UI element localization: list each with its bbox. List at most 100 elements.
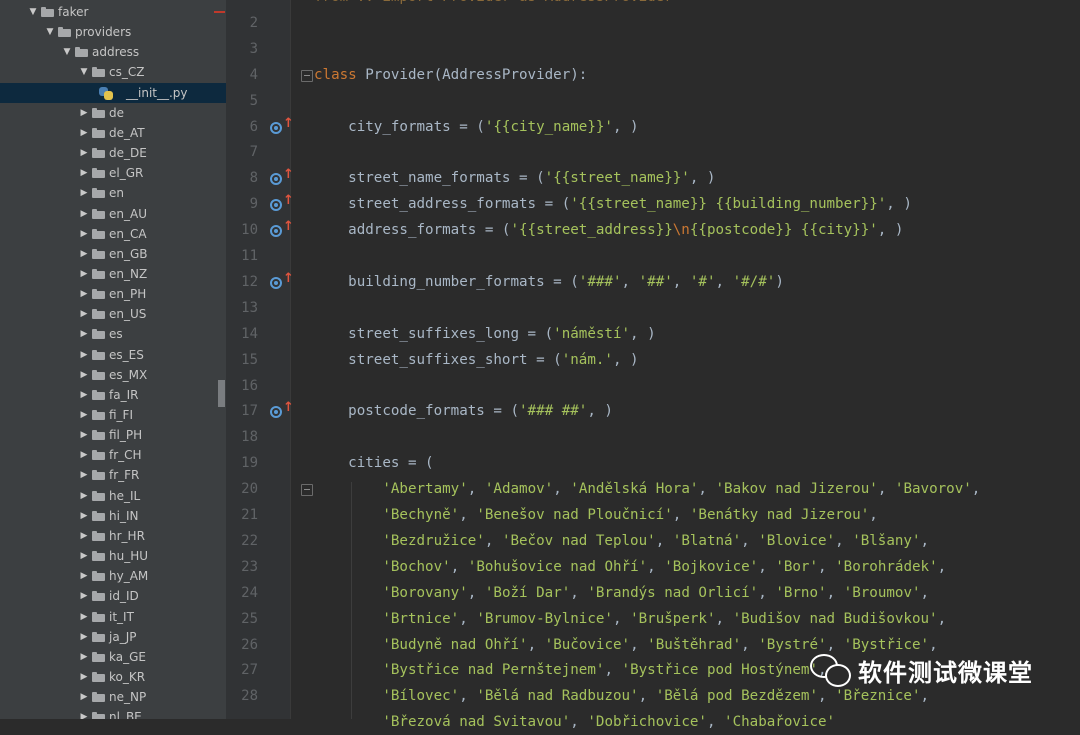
expand-arrow-icon[interactable]: ▶ xyxy=(79,264,89,284)
tree-file-item[interactable]: __init__.py xyxy=(0,82,226,103)
expand-arrow-icon[interactable]: ▶ xyxy=(79,103,89,123)
expand-arrow-icon[interactable]: ▶ xyxy=(79,586,89,606)
code-line[interactable]: 12 ↑ building_number_formats = ('###', '#… xyxy=(226,269,1080,295)
expand-arrow-icon[interactable]: ▶ xyxy=(79,324,89,344)
code-line[interactable]: 3 xyxy=(226,36,1080,62)
code-line[interactable]: 15 street_suffixes_short = ('nám.', ) xyxy=(226,347,1080,373)
code-line[interactable]: 2 xyxy=(226,10,1080,36)
code-line[interactable]: 21 'Bechyně', 'Benešov nad Ploučnicí', '… xyxy=(226,502,1080,528)
expand-arrow-icon[interactable]: ▶ xyxy=(79,506,89,526)
expand-arrow-icon[interactable]: ▶ xyxy=(79,465,89,485)
expand-arrow-icon[interactable]: ▶ xyxy=(79,445,89,465)
override-up-icon[interactable]: ↑ xyxy=(270,194,294,212)
tree-folder-item[interactable]: ▶ hi_IN xyxy=(0,506,226,526)
expand-arrow-icon[interactable]: ▶ xyxy=(79,667,89,687)
tree-folder-item[interactable]: ▼ faker xyxy=(0,2,226,22)
tree-folder-item[interactable]: ▶ en_US xyxy=(0,304,226,324)
expand-arrow-icon[interactable]: ▶ xyxy=(79,204,89,224)
tree-folder-item[interactable]: ▶ fa_IR xyxy=(0,385,226,405)
expand-arrow-icon[interactable]: ▶ xyxy=(79,647,89,667)
code-line[interactable]: 18 xyxy=(226,424,1080,450)
tree-folder-item[interactable]: ▶ en_GB xyxy=(0,244,226,264)
collapse-arrow-icon[interactable]: ▼ xyxy=(28,2,38,22)
expand-arrow-icon[interactable]: ▶ xyxy=(79,143,89,163)
code-line[interactable]: 5 xyxy=(226,88,1080,114)
expand-arrow-icon[interactable]: ▶ xyxy=(79,425,89,445)
code-line[interactable]: 24 'Borovany', 'Boží Dar', 'Brandýs nad … xyxy=(226,580,1080,606)
expand-arrow-icon[interactable]: ▶ xyxy=(79,163,89,183)
expand-arrow-icon[interactable]: ▶ xyxy=(79,123,89,143)
expand-arrow-icon[interactable]: ▶ xyxy=(79,627,89,647)
tree-folder-item[interactable]: ▶ ne_NP xyxy=(0,687,226,707)
code-line[interactable]: from .. import Provider as AddressProvid… xyxy=(226,0,1080,10)
expand-arrow-icon[interactable]: ▶ xyxy=(79,607,89,627)
code-line[interactable]: 19 cities = ( xyxy=(226,450,1080,476)
expand-arrow-icon[interactable]: ▶ xyxy=(79,486,89,506)
code-line[interactable]: 17 ↑ postcode_formats = ('### ##', ) xyxy=(226,398,1080,424)
tree-folder-item[interactable]: ▶ fr_CH xyxy=(0,445,226,465)
tree-folder-item[interactable]: ▶ fil_PH xyxy=(0,425,226,445)
tree-folder-item[interactable]: ▶ el_GR xyxy=(0,163,226,183)
expand-arrow-icon[interactable]: ▶ xyxy=(79,405,89,425)
tree-folder-item[interactable]: ▶ es_ES xyxy=(0,345,226,365)
tree-folder-item[interactable]: ▶ en_PH xyxy=(0,284,226,304)
override-up-icon[interactable]: ↑ xyxy=(270,271,294,289)
tree-folder-item[interactable]: ▶ he_IL xyxy=(0,486,226,506)
code-line[interactable]: 10 ↑ address_formats = ('{{street_address… xyxy=(226,217,1080,243)
tree-folder-item[interactable]: ▶ de_AT xyxy=(0,123,226,143)
expand-arrow-icon[interactable]: ▶ xyxy=(79,304,89,324)
code-line[interactable]: 4 class Provider(AddressProvider): xyxy=(226,62,1080,88)
tree-folder-item[interactable]: ▶ ko_KR xyxy=(0,667,226,687)
sidebar-scrollbar[interactable] xyxy=(218,380,225,407)
expand-arrow-icon[interactable]: ▶ xyxy=(79,707,89,719)
code-line[interactable]: 8 ↑ street_name_formats = ('{{street_name… xyxy=(226,165,1080,191)
tree-folder-item[interactable]: ▶ es_MX xyxy=(0,365,226,385)
collapse-arrow-icon[interactable]: ▼ xyxy=(79,62,89,82)
expand-arrow-icon[interactable]: ▶ xyxy=(79,385,89,405)
fold-icon[interactable] xyxy=(301,69,313,82)
tree-folder-item[interactable]: ▶ ja_JP xyxy=(0,627,226,647)
tree-folder-item[interactable]: ▼ providers xyxy=(0,22,226,42)
code-line[interactable]: 11 xyxy=(226,243,1080,269)
collapse-arrow-icon[interactable]: ▼ xyxy=(62,42,72,62)
tree-folder-item[interactable]: ▶ en_NZ xyxy=(0,264,226,284)
code-line[interactable]: 22 'Bezdružice', 'Bečov nad Teplou', 'Bl… xyxy=(226,528,1080,554)
tree-folder-item[interactable]: ▶ fi_FI xyxy=(0,405,226,425)
code-line[interactable]: 6 ↑ city_formats = ('{{city_name}}', ) xyxy=(226,114,1080,140)
override-up-icon[interactable]: ↑ xyxy=(270,220,294,238)
expand-arrow-icon[interactable]: ▶ xyxy=(79,687,89,707)
tree-folder-item[interactable]: ▶ fr_FR xyxy=(0,465,226,485)
code-line[interactable]: 25 'Brtnice', 'Brumov-Bylnice', 'Brušper… xyxy=(226,606,1080,632)
code-line[interactable]: 7 xyxy=(226,139,1080,165)
tree-folder-item[interactable]: ▶ en_AU xyxy=(0,204,226,224)
code-line[interactable]: 20 'Abertamy', 'Adamov', 'Andělská Hora'… xyxy=(226,476,1080,502)
override-up-icon[interactable]: ↑ xyxy=(270,401,294,419)
code-line[interactable]: 'Březová nad Svitavou', 'Dobřichovice', … xyxy=(226,709,1080,735)
project-tree[interactable]: ▼ faker ▼ providers ▼ address ▼ cs_CZ __init__.p… xyxy=(0,0,226,719)
expand-arrow-icon[interactable]: ▶ xyxy=(79,566,89,586)
override-up-icon[interactable]: ↑ xyxy=(270,168,294,186)
code-line[interactable]: 14 street_suffixes_long = ('náměstí', ) xyxy=(226,321,1080,347)
expand-arrow-icon[interactable]: ▶ xyxy=(79,183,89,203)
tree-folder-item[interactable]: ▶ hy_AM xyxy=(0,566,226,586)
tree-folder-item[interactable]: ▶ de_DE xyxy=(0,143,226,163)
collapse-arrow-icon[interactable]: ▼ xyxy=(45,22,55,42)
tree-folder-item[interactable]: ▶ hu_HU xyxy=(0,546,226,566)
code-line[interactable]: 9 ↑ street_address_formats = ('{{street_n… xyxy=(226,191,1080,217)
tree-folder-item[interactable]: ▶ nl_BE xyxy=(0,707,226,719)
expand-arrow-icon[interactable]: ▶ xyxy=(79,546,89,566)
tree-folder-item[interactable]: ▶ en xyxy=(0,183,226,203)
code-editor[interactable]: from .. import Provider as AddressProvid… xyxy=(226,0,1080,730)
fold-icon[interactable] xyxy=(301,484,313,497)
tree-folder-item[interactable]: ▶ en_CA xyxy=(0,224,226,244)
expand-arrow-icon[interactable]: ▶ xyxy=(79,244,89,264)
tree-folder-item[interactable]: ▶ it_IT xyxy=(0,607,226,627)
expand-arrow-icon[interactable]: ▶ xyxy=(79,345,89,365)
code-line[interactable]: 16 xyxy=(226,373,1080,399)
tree-folder-item[interactable]: ▼ cs_CZ xyxy=(0,62,226,82)
override-up-icon[interactable]: ↑ xyxy=(270,116,294,134)
tree-folder-item[interactable]: ▼ address xyxy=(0,42,226,62)
tree-folder-item[interactable]: ▶ ka_GE xyxy=(0,647,226,667)
expand-arrow-icon[interactable]: ▶ xyxy=(79,284,89,304)
expand-arrow-icon[interactable]: ▶ xyxy=(79,526,89,546)
